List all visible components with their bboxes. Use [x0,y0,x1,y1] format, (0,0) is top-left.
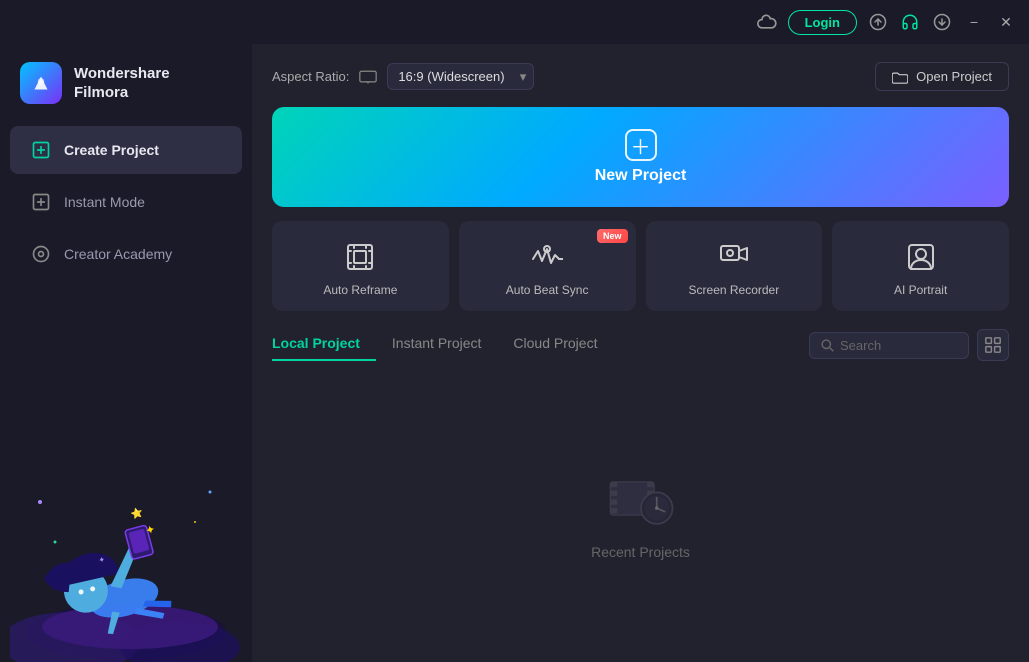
folder-icon [892,70,908,84]
feature-card-ai-portrait[interactable]: AI Portrait [832,221,1009,311]
tab-cloud-project[interactable]: Cloud Project [497,329,613,361]
recent-projects-label: Recent Projects [591,544,690,560]
aspect-ratio-wrapper[interactable]: 16:9 (Widescreen) 9:16 (Portrait) 1:1 (S… [387,63,534,90]
screen-recorder-label: Screen Recorder [689,283,780,297]
sidebar-item-creator-academy[interactable]: Creator Academy [10,230,242,278]
instant-mode-icon [30,191,52,213]
aspect-ratio-row: Aspect Ratio: 16:9 (Widescreen) 9:16 (Po… [272,63,534,90]
headphone-icon[interactable] [899,11,921,33]
auto-beat-sync-label: Auto Beat Sync [506,283,589,297]
brand: Wondershare Filmora [0,44,252,124]
feature-card-auto-beat-sync[interactable]: New Auto Beat Sync [459,221,636,311]
tab-instant-project[interactable]: Instant Project [376,329,498,361]
auto-reframe-label: Auto Reframe [323,283,397,297]
aspect-ratio-select[interactable]: 16:9 (Widescreen) 9:16 (Portrait) 1:1 (S… [387,63,534,90]
create-project-icon [30,139,52,161]
cloud-icon[interactable] [756,11,778,33]
new-project-plus-icon: ＋ [625,129,657,161]
new-project-label: New Project [595,167,687,185]
main-layout: Wondershare Filmora Create Project [0,44,1029,662]
new-project-banner[interactable]: ＋ New Project [272,107,1009,207]
search-box [809,332,969,359]
tab-local-project[interactable]: Local Project [272,329,376,361]
sidebar: Wondershare Filmora Create Project [0,44,252,662]
feature-card-screen-recorder[interactable]: Screen Recorder [646,221,823,311]
top-bar: Aspect Ratio: 16:9 (Widescreen) 9:16 (Po… [272,62,1009,91]
grid-view-button[interactable] [977,329,1009,361]
sidebar-item-instant-mode[interactable]: Instant Mode [10,178,242,226]
empty-state: Recent Projects [272,375,1009,644]
create-project-label: Create Project [64,142,159,158]
aspect-ratio-label: Aspect Ratio: [272,69,349,84]
brand-name: Wondershare Filmora [74,64,170,103]
titlebar: Login − ✕ [0,0,1029,44]
monitor-icon [359,70,377,84]
upload-icon[interactable] [867,11,889,33]
svg-text:✦: ✦ [144,522,157,538]
auto-beat-sync-icon [529,239,565,275]
login-button[interactable]: Login [788,10,857,35]
empty-projects-icon [606,460,676,530]
instant-mode-label: Instant Mode [64,194,145,210]
auto-reframe-icon [342,239,378,275]
sidebar-illustration: ✦ ✦ ⭐ [0,280,252,662]
brand-logo [20,62,62,104]
sidebar-item-create-project[interactable]: Create Project [10,126,242,174]
search-input[interactable] [840,338,950,353]
svg-text:⭐: ⭐ [129,505,144,521]
feature-card-auto-reframe[interactable]: Auto Reframe [272,221,449,311]
content-area: Aspect Ratio: 16:9 (Widescreen) 9:16 (Po… [252,44,1029,662]
ai-portrait-label: AI Portrait [894,283,947,297]
creator-academy-icon [30,243,52,265]
new-badge: New [597,229,628,243]
open-project-button[interactable]: Open Project [875,62,1009,91]
screen-recorder-icon [716,239,752,275]
open-project-label: Open Project [916,69,992,84]
tabs-row: Local Project Instant Project Cloud Proj… [272,329,1009,361]
download-icon[interactable] [931,11,953,33]
feature-cards: Auto Reframe New Auto Beat Sync [272,221,1009,311]
creator-academy-label: Creator Academy [64,246,172,262]
search-icon [820,338,834,352]
ai-portrait-icon [903,239,939,275]
close-button[interactable]: ✕ [995,11,1017,33]
grid-view-icon [985,337,1001,353]
minimize-button[interactable]: − [963,11,985,33]
